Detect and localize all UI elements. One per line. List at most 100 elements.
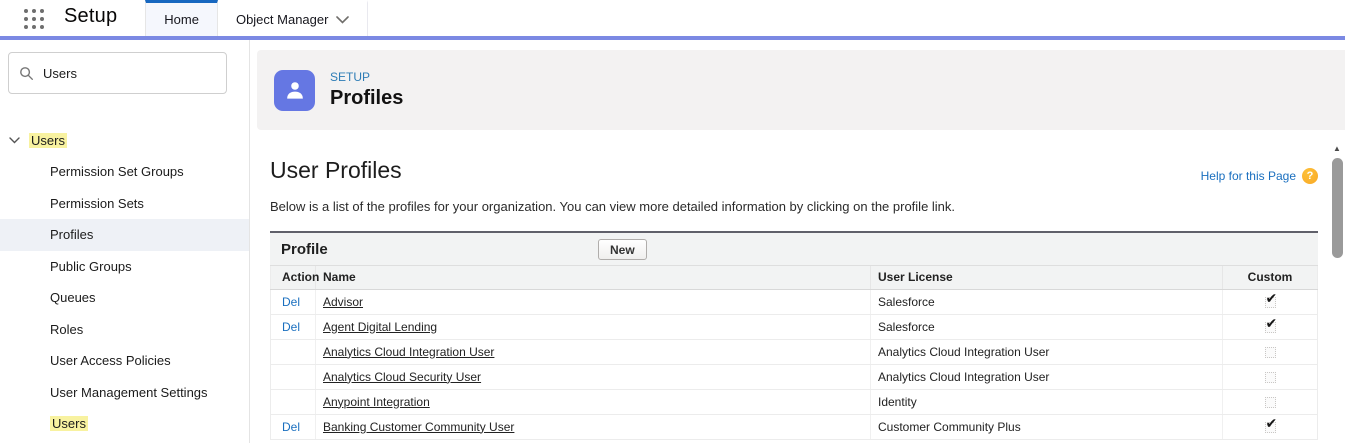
help-link[interactable]: Help for this Page ?	[1201, 168, 1318, 184]
page-title: User Profiles	[270, 157, 402, 184]
check-icon: ✔	[1266, 416, 1278, 430]
sidebar-item-label: User Management Settings	[50, 385, 208, 400]
help-link-text[interactable]: Help for this Page	[1201, 169, 1296, 183]
profile-table-body: Del Advisor Salesforce ✔ Del Agent Digital Le…	[271, 289, 1318, 439]
tab-home[interactable]: Home	[145, 0, 218, 36]
custom-cell: ✔	[1223, 314, 1318, 339]
sidebar-item-roles[interactable]: Roles	[0, 314, 249, 346]
profile-name-link[interactable]: Agent Digital Lending	[323, 320, 437, 334]
table-row: Del Banking Customer Community User Custom…	[271, 414, 1318, 439]
action-cell	[271, 364, 316, 389]
profile-name-link[interactable]: Analytics Cloud Integration User	[323, 345, 494, 359]
vertical-scrollbar[interactable]: ▲	[1329, 143, 1345, 443]
table-row: Analytics Cloud Integration UserAnalytic…	[271, 339, 1318, 364]
search-input[interactable]	[43, 66, 193, 81]
custom-cell	[1223, 389, 1318, 414]
sidebar-tree: Users Permission Set Groups Permission Se…	[0, 124, 249, 440]
sidebar-item-permission-sets[interactable]: Permission Sets	[0, 188, 249, 220]
sidebar-item-label: Permission Set Groups	[50, 164, 184, 179]
delete-link[interactable]: Del	[282, 420, 300, 434]
custom-checkbox-checked: ✔	[1265, 322, 1276, 333]
sidebar-item-label: Users	[50, 416, 88, 431]
page-description: Below is a list of the profiles for your…	[270, 199, 1318, 214]
profile-section-header: Profile New	[270, 233, 1318, 266]
user-license-cell: Analytics Cloud Integration User	[871, 364, 1223, 389]
sidebar-item-public-groups[interactable]: Public Groups	[0, 251, 249, 283]
user-license-cell: Salesforce	[871, 314, 1223, 339]
sidebar-item-label: Permission Sets	[50, 196, 144, 211]
salesforce-setup-app: Setup Home Object Manager	[0, 0, 1345, 443]
main-content: SETUP Profiles User Profiles Help for th…	[250, 40, 1345, 443]
profile-name-link[interactable]: Advisor	[323, 295, 363, 309]
column-header-name: Name	[316, 266, 871, 289]
profile-list-section: Profile New Action Name User License Cus…	[270, 231, 1318, 440]
heading-row: User Profiles Help for this Page ?	[270, 157, 1318, 184]
table-row: Del Agent Digital Lending Salesforce ✔	[271, 314, 1318, 339]
custom-cell	[1223, 364, 1318, 389]
chevron-down-icon	[9, 137, 20, 144]
sidebar-item-user-access-policies[interactable]: User Access Policies	[0, 345, 249, 377]
chevron-down-icon	[336, 16, 349, 24]
page-header-text: SETUP Profiles	[330, 70, 403, 110]
delete-link[interactable]: Del	[282, 320, 300, 334]
quick-find-search[interactable]	[8, 52, 227, 94]
tab-object-manager[interactable]: Object Manager	[218, 0, 369, 36]
app-launcher-icon[interactable]	[22, 6, 48, 36]
check-icon: ✔	[1266, 316, 1278, 330]
sidebar-item-users-root[interactable]: Users	[0, 124, 249, 156]
sidebar-item-label: User Access Policies	[50, 353, 171, 368]
custom-checkbox-checked: ✔	[1265, 297, 1276, 308]
table-row: Anypoint Integration Identity	[271, 389, 1318, 414]
action-cell: Del	[271, 289, 316, 314]
page-header-title: Profiles	[330, 87, 403, 110]
sidebar-item-permission-set-groups[interactable]: Permission Set Groups	[0, 156, 249, 188]
action-cell	[271, 389, 316, 414]
profiles-table: Action Name User License Custom Del Advis…	[270, 266, 1318, 440]
help-icon[interactable]: ?	[1302, 168, 1318, 184]
name-cell: Banking Customer Community User	[316, 414, 871, 439]
scroll-up-arrow-icon[interactable]: ▲	[1333, 143, 1341, 155]
custom-checkbox-checked: ✔	[1265, 422, 1276, 433]
profile-name-link[interactable]: Analytics Cloud Security User	[323, 370, 481, 384]
setup-eyebrow: SETUP	[330, 70, 403, 84]
action-cell: Del	[271, 314, 316, 339]
name-cell: Advisor	[316, 289, 871, 314]
setup-logo: Setup	[64, 5, 117, 36]
name-cell: Anypoint Integration	[316, 389, 871, 414]
content-area: User Profiles Help for this Page ? Below…	[250, 157, 1345, 440]
sidebar-item-label: Public Groups	[50, 259, 132, 274]
custom-cell	[1223, 339, 1318, 364]
new-profile-button[interactable]: New	[598, 239, 647, 260]
column-header-action: Action	[271, 266, 316, 289]
user-icon	[282, 77, 308, 103]
action-cell: Del	[271, 414, 316, 439]
custom-checkbox-unchecked	[1265, 372, 1276, 383]
sidebar-item-label: Roles	[50, 322, 83, 337]
scrollbar-thumb[interactable]	[1332, 158, 1343, 258]
column-header-user-license: User License	[871, 266, 1223, 289]
header-row: Action Name User License Custom	[271, 266, 1318, 289]
shell: Users Permission Set Groups Permission Se…	[0, 40, 1345, 443]
table-row: Del Advisor Salesforce ✔	[271, 289, 1318, 314]
custom-cell: ✔	[1223, 289, 1318, 314]
sidebar-item-label: Queues	[50, 290, 96, 305]
section-title: Profile	[270, 241, 328, 258]
sidebar-item-profiles[interactable]: Profiles	[0, 219, 249, 251]
sidebar-item-user-management-settings[interactable]: User Management Settings	[0, 377, 249, 409]
custom-checkbox-unchecked	[1265, 347, 1276, 358]
sidebar-item-label: Profiles	[50, 227, 93, 242]
sidebar-item-queues[interactable]: Queues	[0, 282, 249, 314]
user-license-cell: Salesforce	[871, 289, 1223, 314]
profile-name-link[interactable]: Anypoint Integration	[323, 395, 430, 409]
setup-tabs: Home Object Manager	[145, 0, 368, 36]
delete-link[interactable]: Del	[282, 295, 300, 309]
sidebar-item-label: Users	[29, 133, 67, 148]
search-icon	[19, 66, 34, 81]
user-license-cell: Customer Community Plus	[871, 414, 1223, 439]
user-license-cell: Identity	[871, 389, 1223, 414]
name-cell: Analytics Cloud Security User	[316, 364, 871, 389]
tab-object-manager-label: Object Manager	[236, 12, 329, 27]
sidebar-item-users[interactable]: Users	[0, 408, 249, 440]
profile-name-link[interactable]: Banking Customer Community User	[323, 420, 514, 434]
name-cell: Agent Digital Lending	[316, 314, 871, 339]
